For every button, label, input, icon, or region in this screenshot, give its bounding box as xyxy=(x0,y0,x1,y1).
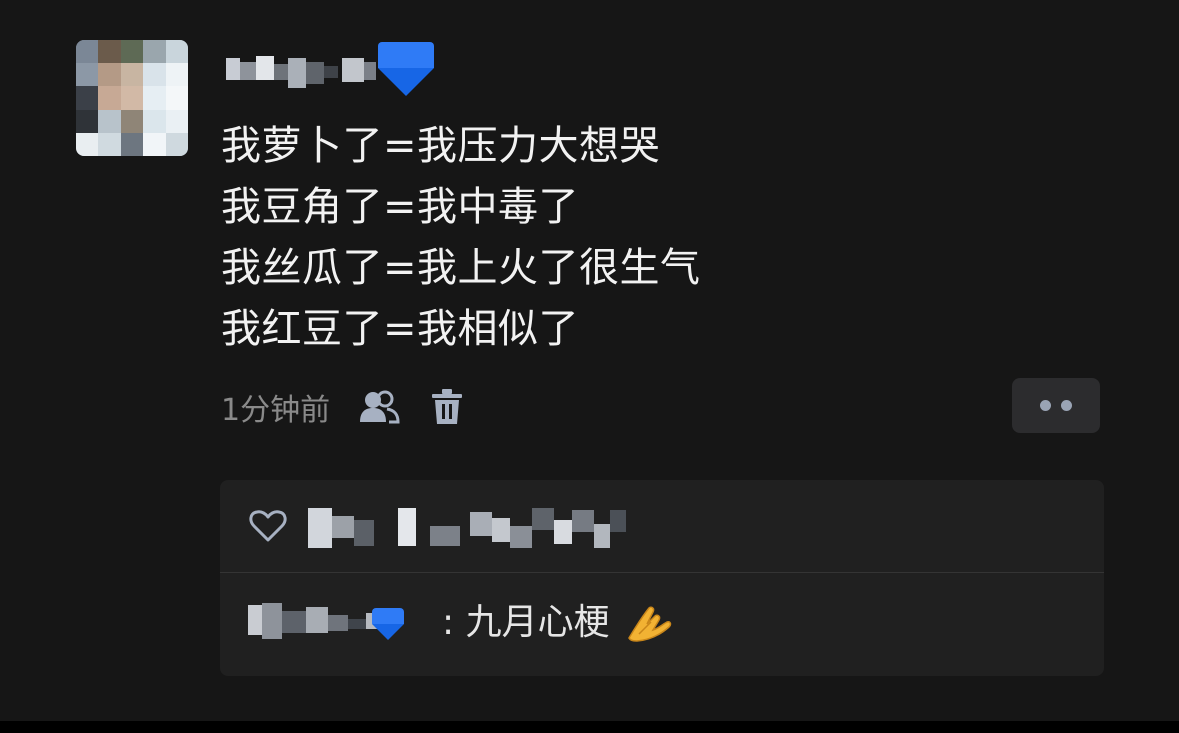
comment-separator: : xyxy=(442,602,455,643)
bottom-strip xyxy=(0,721,1179,733)
post-body: 我萝卜了=我压力大想哭 我豆角了=我中毒了 我丝瓜了=我上火了很生气 我红豆了=… xyxy=(221,116,981,360)
comment-text: 九月心梗 xyxy=(465,602,610,643)
post-line: 我丝瓜了=我上火了很生气 xyxy=(221,245,701,291)
moments-post-screen: 我萝卜了=我压力大想哭 我豆角了=我中毒了 我丝瓜了=我上火了很生气 我红豆了=… xyxy=(0,0,1179,733)
heart-outline-icon[interactable] xyxy=(248,506,288,546)
comment-item[interactable]: : 九月心梗 xyxy=(220,573,1104,676)
comment-content: : 九月心梗 xyxy=(442,595,673,651)
post-line: 我萝卜了=我压力大想哭 xyxy=(221,123,661,169)
likers-names-redacted[interactable] xyxy=(300,498,680,558)
post-meta-row: 1分钟前 xyxy=(221,382,492,432)
likes-comments-panel: : 九月心梗 xyxy=(220,480,1104,676)
likes-row xyxy=(220,480,1104,572)
post-line: 我豆角了=我中毒了 xyxy=(221,184,580,230)
praying-hands-emoji-icon xyxy=(628,606,672,642)
author-avatar[interactable] xyxy=(76,40,188,156)
more-dots-icon-part xyxy=(1061,400,1072,411)
more-button[interactable] xyxy=(1012,378,1100,433)
post-line: 我红豆了=我相似了 xyxy=(221,306,580,352)
post-timestamp: 1分钟前 xyxy=(221,393,331,428)
friends-icon[interactable] xyxy=(356,384,402,430)
trash-icon[interactable] xyxy=(424,384,470,430)
more-dots-icon xyxy=(1040,400,1051,411)
